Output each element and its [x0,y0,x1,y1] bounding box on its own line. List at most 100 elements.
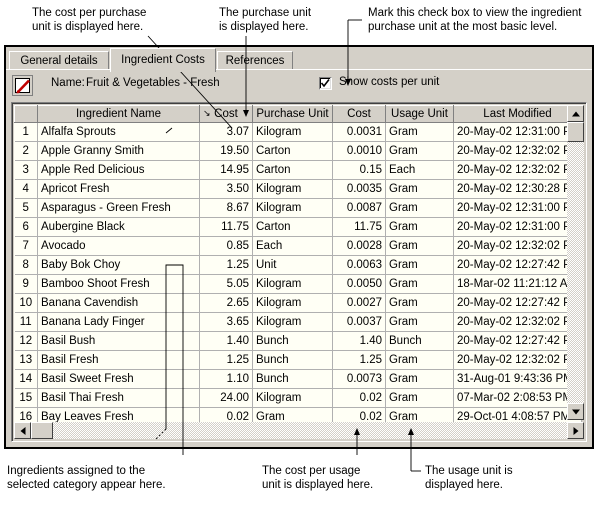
cell-usage-unit[interactable]: Gram [385,141,454,161]
cell-usage-unit[interactable]: Gram [385,369,454,389]
row-number[interactable]: 4 [14,179,38,199]
tab-references[interactable]: References [217,51,293,70]
cell-usage-unit[interactable]: Gram [385,198,454,218]
cell-ingredient-name[interactable]: Basil Thai Fresh [37,388,200,408]
cell-usage-cost[interactable]: 0.0037 [332,312,386,332]
cell-last-modified[interactable]: 20-May-02 12:27:42 PM [453,293,582,313]
cell-usage-cost[interactable]: 0.0050 [332,274,386,294]
cell-purchase-cost[interactable]: 8.67 [199,198,253,218]
cell-last-modified[interactable]: 20-May-02 12:31:00 PM [453,198,582,218]
cell-usage-unit[interactable]: Gram [385,274,454,294]
vertical-scroll-thumb[interactable] [567,122,584,142]
cell-purchase-unit[interactable]: Kilogram [252,312,333,332]
cell-purchase-cost[interactable]: 14.95 [199,160,253,180]
cell-usage-unit[interactable]: Gram [385,122,454,142]
table-row[interactable]: 4 Apricot Fresh 3.50 Kilogram 0.0035 Gram 20-M… [14,179,582,199]
row-number[interactable]: 6 [14,217,38,237]
tab-ingredient-costs[interactable]: Ingredient Costs [110,48,216,72]
scroll-left-button[interactable] [14,422,31,439]
cell-purchase-unit[interactable]: Bunch [252,331,333,351]
cell-usage-cost[interactable]: 0.0035 [332,179,386,199]
row-number[interactable]: 9 [14,274,38,294]
cell-usage-cost[interactable]: 0.0087 [332,198,386,218]
table-row[interactable]: 11 Banana Lady Finger 3.65 Kilogram 0.0037 Gr… [14,312,582,332]
table-row[interactable]: 7 Avocado 0.85 Each 0.0028 Gram 20-May-02 12:3… [14,236,582,256]
cell-usage-unit[interactable]: Gram [385,179,454,199]
cell-purchase-cost[interactable]: 11.75 [199,217,253,237]
cell-usage-unit[interactable]: Bunch [385,331,454,351]
cell-purchase-unit[interactable]: Kilogram [252,293,333,313]
cell-purchase-cost[interactable]: 3.65 [199,312,253,332]
cell-ingredient-name[interactable]: Apricot Fresh [37,179,200,199]
scroll-up-button[interactable] [567,105,584,122]
cell-usage-cost[interactable]: 0.15 [332,160,386,180]
cell-last-modified[interactable]: 20-May-02 12:30:28 PM [453,179,582,199]
cell-last-modified[interactable]: 20-May-02 12:27:42 PM [453,331,582,351]
cell-ingredient-name[interactable]: Bamboo Shoot Fresh [37,274,200,294]
cell-purchase-cost[interactable]: 1.25 [199,255,253,275]
tab-general-details[interactable]: General details [9,51,109,70]
column-header-usage-cost[interactable]: Cost [332,105,386,123]
cell-purchase-unit[interactable]: Carton [252,217,333,237]
vertical-scroll-track[interactable] [567,122,584,403]
horizontal-scroll-thumb[interactable] [31,422,53,439]
row-number[interactable]: 13 [14,350,38,370]
table-row[interactable]: 5 Asparagus - Green Fresh 8.67 Kilogram 0.00… [14,198,582,218]
cell-last-modified[interactable]: 07-Mar-02 2:08:53 PM [453,388,582,408]
table-row[interactable]: 1 Alfalfa Sprouts 3.07 Kilogram 0.0031 Gram 20… [14,122,582,142]
cell-purchase-cost[interactable]: 0.85 [199,236,253,256]
cell-purchase-unit[interactable]: Bunch [252,350,333,370]
row-number[interactable]: 10 [14,293,38,313]
row-number[interactable]: 5 [14,198,38,218]
cell-last-modified[interactable]: 20-May-02 12:32:02 PM [453,312,582,332]
row-number[interactable]: 1 [14,122,38,142]
cell-usage-unit[interactable]: Gram [385,236,454,256]
cell-purchase-cost[interactable]: 3.50 [199,179,253,199]
pencil-edit-icon[interactable] [12,75,33,96]
table-row[interactable]: 2 Apple Granny Smith 19.50 Carton 0.0010 Gram… [14,141,582,161]
column-header-ingredient-name[interactable]: Ingredient Name [37,105,200,123]
cell-purchase-unit[interactable]: Kilogram [252,388,333,408]
cell-purchase-cost[interactable]: 2.65 [199,293,253,313]
cell-last-modified[interactable]: 20-May-02 12:32:02 PM [453,160,582,180]
cell-last-modified[interactable]: 20-May-02 12:32:02 PM [453,350,582,370]
cell-last-modified[interactable]: 20-May-02 12:32:02 PM [453,141,582,161]
cell-ingredient-name[interactable]: Asparagus - Green Fresh [37,198,200,218]
cell-ingredient-name[interactable]: Basil Bush [37,331,200,351]
cell-purchase-unit[interactable]: Carton [252,160,333,180]
cell-usage-cost[interactable]: 0.0028 [332,236,386,256]
row-number[interactable]: 3 [14,160,38,180]
cell-last-modified[interactable]: 20-May-02 12:31:00 PM [453,217,582,237]
table-row[interactable]: 10 Banana Cavendish 2.65 Kilogram 0.0027 Gram… [14,293,582,313]
row-number[interactable]: 11 [14,312,38,332]
cell-purchase-cost[interactable]: 1.25 [199,350,253,370]
cell-usage-cost[interactable]: 11.75 [332,217,386,237]
cell-last-modified[interactable]: 18-Mar-02 11:21:12 AM [453,274,582,294]
column-header-usage-unit[interactable]: Usage Unit [385,105,454,123]
table-row[interactable]: 12 Basil Bush 1.40 Bunch 1.40 Bunch 20-May-02 … [14,331,582,351]
cell-ingredient-name[interactable]: Banana Cavendish [37,293,200,313]
cell-usage-cost[interactable]: 0.0073 [332,369,386,389]
cell-ingredient-name[interactable]: Banana Lady Finger [37,312,200,332]
horizontal-scrollbar[interactable] [14,422,584,439]
cell-ingredient-name[interactable]: Apple Red Delicious [37,160,200,180]
cell-ingredient-name[interactable]: Aubergine Black [37,217,200,237]
cell-ingredient-name[interactable]: Baby Bok Choy [37,255,200,275]
column-header-purchase-cost[interactable]: ↘ Cost [199,105,253,123]
cell-usage-cost[interactable]: 1.40 [332,331,386,351]
cell-ingredient-name[interactable]: Basil Fresh [37,350,200,370]
vertical-scrollbar[interactable] [567,105,584,420]
row-number[interactable]: 7 [14,236,38,256]
cell-usage-cost[interactable]: 0.0063 [332,255,386,275]
cell-usage-cost[interactable]: 0.0027 [332,293,386,313]
table-row[interactable]: 6 Aubergine Black 11.75 Carton 11.75 Gram 20-M… [14,217,582,237]
cell-ingredient-name[interactable]: Alfalfa Sprouts [37,122,200,142]
cell-usage-unit[interactable]: Gram [385,350,454,370]
table-row[interactable]: 13 Basil Fresh 1.25 Bunch 1.25 Gram 20-May-02 … [14,350,582,370]
cell-usage-unit[interactable]: Gram [385,388,454,408]
cell-usage-cost[interactable]: 0.0010 [332,141,386,161]
cell-purchase-cost[interactable]: 1.10 [199,369,253,389]
row-number[interactable]: 2 [14,141,38,161]
table-row[interactable]: 15 Basil Thai Fresh 24.00 Kilogram 0.02 Gram 0… [14,388,582,408]
cell-purchase-unit[interactable]: Bunch [252,369,333,389]
